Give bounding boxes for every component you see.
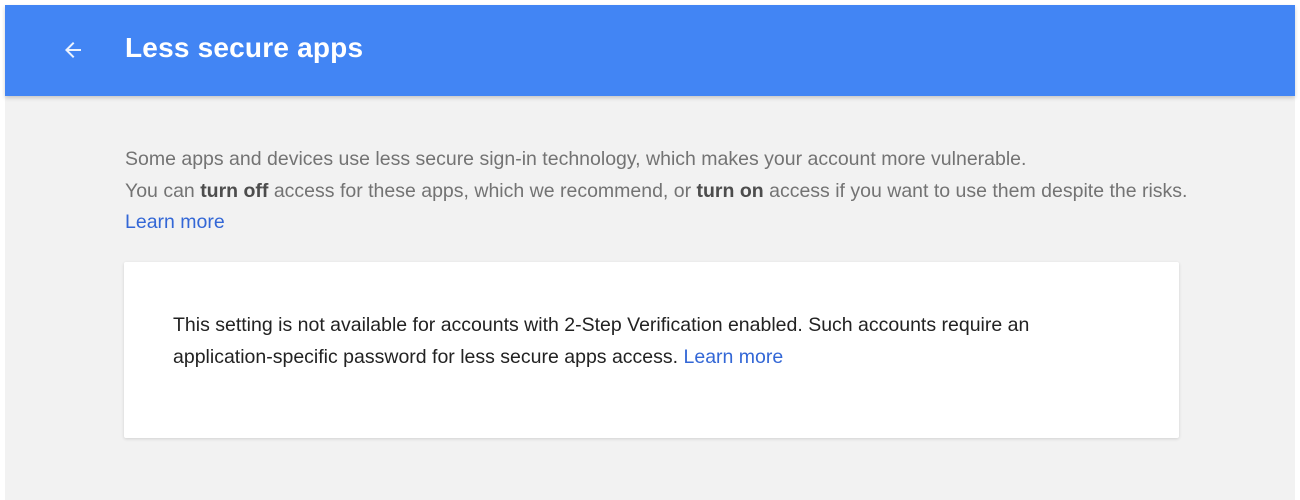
page-frame: Less secure apps Some apps and devices u…: [5, 5, 1295, 500]
intro-learn-more-link[interactable]: Learn more: [125, 211, 225, 233]
turn-on-emphasis: turn on: [696, 179, 764, 202]
intro-description: Some apps and devices use less secure si…: [125, 144, 1195, 239]
notice-card: This setting is not available for accoun…: [124, 262, 1179, 438]
page-title: Less secure apps: [125, 32, 364, 63]
turn-off-emphasis: turn off: [200, 179, 269, 202]
notice-text: This setting is not available for accoun…: [173, 310, 1133, 373]
notice-message: This setting is not available for accoun…: [173, 314, 1030, 368]
intro-text-4: access if you want to use them despite t…: [763, 179, 1188, 202]
arrow-left-icon: [65, 42, 81, 58]
intro-line-1: Some apps and devices use less secure si…: [125, 148, 1027, 170]
intro-text-2: You can: [125, 179, 201, 202]
back-button[interactable]: [51, 28, 95, 72]
notice-learn-more-link[interactable]: Learn more: [684, 346, 784, 368]
app-header: Less secure apps: [5, 5, 1295, 96]
intro-text-3: access for these apps, which we recommen…: [268, 179, 697, 202]
